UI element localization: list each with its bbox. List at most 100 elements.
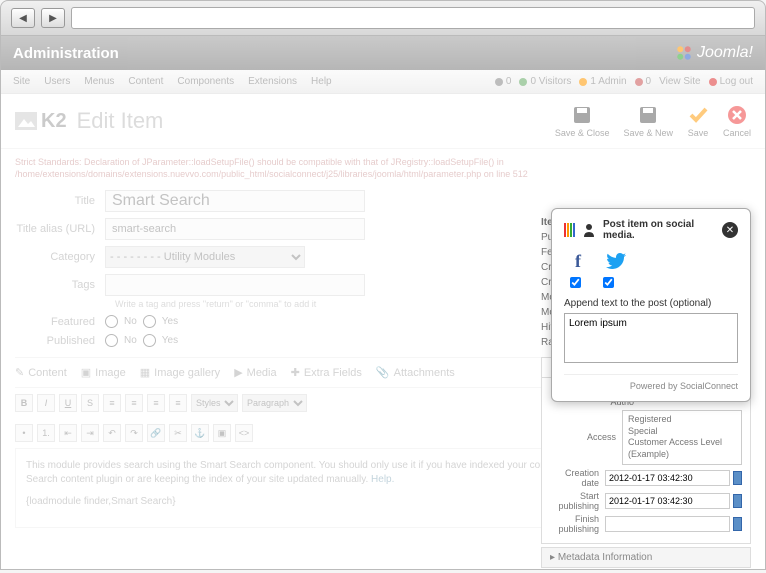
app-window: Administration Joomla! Site Users Menus …	[0, 36, 766, 570]
menu-help[interactable]: Help	[311, 76, 332, 87]
label-published: Published	[15, 335, 105, 347]
label-alias: Title alias (URL)	[15, 223, 105, 235]
ed-numlist[interactable]: 1.	[37, 424, 55, 442]
social-popup: Post item on social media. ✕ f Append te…	[551, 208, 751, 402]
published-yes[interactable]	[143, 334, 156, 347]
label-tags: Tags	[15, 279, 105, 291]
published-no[interactable]	[105, 334, 118, 347]
check-icon	[687, 104, 709, 126]
page-title: Edit Item	[77, 108, 164, 134]
start-publishing-input[interactable]	[605, 493, 730, 509]
featured-no[interactable]	[105, 315, 118, 328]
creation-date-input[interactable]	[605, 470, 730, 486]
page-header: K2 Edit Item Save & Close Save & New Sav…	[1, 94, 765, 149]
person-icon	[583, 223, 595, 237]
status-users[interactable]: 0	[495, 76, 512, 87]
browser-forward-button[interactable]: ▶	[41, 8, 65, 28]
php-warning: Strict Standards: Declaration of JParame…	[15, 157, 751, 180]
tab-media[interactable]: ▶ Media	[234, 366, 276, 379]
alias-input[interactable]	[105, 218, 365, 240]
facebook-checkbox[interactable]	[570, 277, 581, 288]
ed-code[interactable]: <>	[235, 424, 253, 442]
ed-anchor[interactable]: ⚓	[191, 424, 209, 442]
title-input[interactable]	[105, 190, 365, 212]
socialconnect-icon	[564, 223, 575, 237]
append-label: Append text to the post (optional)	[564, 298, 738, 309]
k2-logo: K2	[15, 110, 67, 133]
save-new-button[interactable]: Save & New	[623, 104, 673, 138]
logout-link[interactable]: Log out	[709, 76, 753, 87]
ed-paragraph[interactable]: Paragraph	[242, 394, 307, 412]
ed-image[interactable]: ▣	[213, 424, 231, 442]
browser-chrome: ◀ ▶	[0, 0, 766, 36]
menu-content[interactable]: Content	[128, 76, 163, 87]
calendar-icon[interactable]	[733, 471, 742, 485]
ed-align-left[interactable]: ≡	[103, 394, 121, 412]
facebook-icon[interactable]: f	[568, 251, 588, 271]
label-category: Category	[15, 251, 105, 263]
append-textarea[interactable]: Lorem ipsum	[564, 313, 738, 363]
category-select[interactable]: - - - - - - - - Utility Modules	[105, 246, 305, 268]
status-visitors[interactable]: 0 Visitors	[519, 76, 571, 87]
ed-outdent[interactable]: ⇤	[59, 424, 77, 442]
twitter-checkbox[interactable]	[603, 277, 614, 288]
image-icon	[15, 112, 37, 130]
twitter-icon[interactable]	[606, 251, 626, 271]
ed-strike[interactable]: S	[81, 394, 99, 412]
ed-align-center[interactable]: ≡	[125, 394, 143, 412]
ed-italic[interactable]: I	[37, 394, 55, 412]
disk-icon	[572, 105, 592, 125]
calendar-icon[interactable]	[733, 517, 742, 531]
browser-back-button[interactable]: ◀	[11, 8, 35, 28]
tab-attachments[interactable]: 📎 Attachments	[376, 366, 455, 379]
tab-extra[interactable]: ✚ Extra Fields	[291, 366, 362, 379]
label-featured: Featured	[15, 316, 105, 328]
admin-header: Administration Joomla!	[1, 36, 765, 70]
close-button[interactable]: ✕	[722, 222, 738, 238]
ed-align-right[interactable]: ≡	[147, 394, 165, 412]
menu-menus[interactable]: Menus	[84, 76, 114, 87]
ed-align-justify[interactable]: ≡	[169, 394, 187, 412]
joomla-logo: Joomla!	[675, 44, 753, 62]
save-close-button[interactable]: Save & Close	[555, 104, 610, 138]
label-title: Title	[15, 195, 105, 207]
socialconnect-link[interactable]: SocialConnect	[680, 381, 738, 391]
ed-indent[interactable]: ⇥	[81, 424, 99, 442]
help-link[interactable]: Help.	[371, 474, 394, 485]
menu-site[interactable]: Site	[13, 76, 30, 87]
cancel-button[interactable]: Cancel	[723, 104, 751, 138]
save-button[interactable]: Save	[687, 104, 709, 138]
finish-publishing-input[interactable]	[605, 516, 730, 532]
tags-input[interactable]	[105, 274, 365, 296]
popup-footer: Powered by SocialConnect	[564, 374, 738, 391]
ed-undo[interactable]: ↶	[103, 424, 121, 442]
top-menu-right: 0 0 Visitors 1 Admin 0 View Site Log out	[495, 76, 753, 87]
ed-styles[interactable]: Styles	[191, 394, 238, 412]
accordion-metadata[interactable]: ▸ Metadata Information	[541, 547, 751, 568]
ed-bold[interactable]: B	[15, 394, 33, 412]
url-bar[interactable]	[71, 7, 755, 29]
x-icon	[727, 105, 747, 125]
author-panel: Lang Autho Access Registered Special Cus…	[541, 378, 751, 544]
tab-image[interactable]: ▣ Image	[81, 366, 126, 379]
tab-gallery[interactable]: ▦ Image gallery	[140, 366, 220, 379]
joomla-icon	[675, 44, 693, 62]
access-level-list[interactable]: Registered Special Customer Access Level…	[622, 410, 742, 465]
ed-underline[interactable]: U	[59, 394, 77, 412]
ed-unlink[interactable]: ✂	[169, 424, 187, 442]
tab-content[interactable]: ✎ Content	[15, 366, 67, 379]
ed-redo[interactable]: ↷	[125, 424, 143, 442]
status-admin[interactable]: 1 Admin	[579, 76, 626, 87]
ed-list[interactable]: •	[15, 424, 33, 442]
menu-users[interactable]: Users	[44, 76, 70, 87]
view-site-link[interactable]: View Site	[659, 76, 701, 87]
status-messages[interactable]: 0	[635, 76, 652, 87]
toolbar-actions: Save & Close Save & New Save Cancel	[555, 104, 751, 138]
top-menu: Site Users Menus Content Components Exte…	[1, 70, 765, 94]
ed-link[interactable]: 🔗	[147, 424, 165, 442]
menu-components[interactable]: Components	[177, 76, 234, 87]
menu-extensions[interactable]: Extensions	[248, 76, 297, 87]
admin-title: Administration	[13, 45, 119, 62]
featured-yes[interactable]	[143, 315, 156, 328]
calendar-icon[interactable]	[733, 494, 742, 508]
